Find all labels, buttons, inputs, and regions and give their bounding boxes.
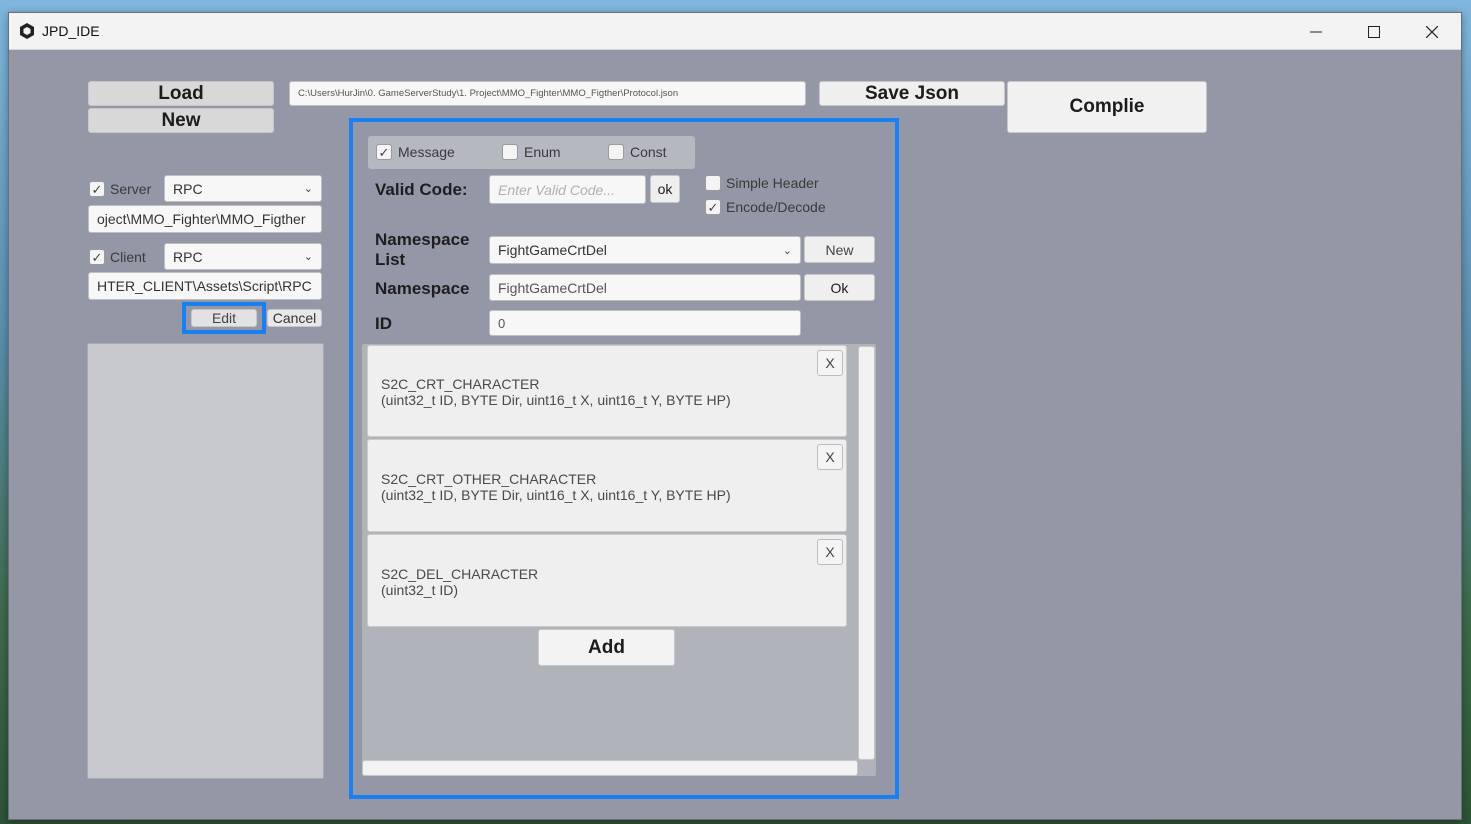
server-type-dropdown[interactable]: RPC ⌄ [164,175,322,202]
minimize-button[interactable] [1287,13,1345,50]
remove-message-button[interactable]: X [817,350,843,376]
vertical-scrollbar[interactable] [858,346,875,760]
server-checkbox[interactable]: ✓ [89,181,105,197]
message-name: S2C_CRT_OTHER_CHARACTER [381,471,597,487]
message-card[interactable]: S2C_CRT_CHARACTER (uint32_t ID, BYTE Dir… [367,345,847,437]
maximize-button[interactable] [1345,13,1403,50]
close-icon [1426,25,1438,38]
client-path-input[interactable]: HTER_CLIENT\Assets\Script\RPC [88,272,322,300]
cancel-button[interactable]: Cancel [267,309,322,327]
minimize-icon [1310,31,1322,32]
namespace-list-label: Namespace List [375,230,470,269]
remove-message-button[interactable]: X [817,539,843,565]
load-button[interactable]: Load [88,81,274,106]
message-params: (uint32_t ID, BYTE Dir, uint16_t X, uint… [381,392,731,408]
namespace-new-button[interactable]: New [804,236,875,263]
chevron-down-icon: ⌄ [303,251,313,263]
client-type-value: RPC [173,248,203,265]
message-name: S2C_DEL_CHARACTER [381,566,539,582]
simple-header-label: Simple Header [726,175,819,191]
compile-button[interactable]: Complie [1007,81,1207,133]
client-type-dropdown[interactable]: RPC ⌄ [164,243,322,270]
message-params: (uint32_t ID) [381,582,459,598]
add-message-button[interactable]: Add [538,629,675,666]
encode-decode-label: Encode/Decode [726,199,826,215]
json-path-input[interactable]: C:\Users\HurJin\0. GameServerStudy\1. Pr… [289,81,806,106]
namespace-input[interactable]: FightGameCrtDel [489,274,801,301]
client-checkbox[interactable]: ✓ [89,249,105,265]
id-input[interactable]: 0 [489,310,801,336]
valid-code-ok-button[interactable]: ok [650,175,680,203]
message-card[interactable]: S2C_DEL_CHARACTER (uint32_t ID) X [367,534,847,627]
protocol-list-panel[interactable] [87,343,324,779]
valid-code-label: Valid Code: [375,180,468,199]
valid-code-input[interactable]: Enter Valid Code... [489,175,646,204]
edit-button[interactable]: Edit [191,309,257,327]
message-label: Message [398,144,455,160]
horizontal-scrollbar[interactable] [362,760,858,776]
window-title: JPD_IDE [42,23,100,39]
id-label: ID [375,314,392,333]
message-checkbox[interactable]: ✓ [376,144,392,160]
namespace-label: Namespace [375,279,470,298]
message-name: S2C_CRT_CHARACTER [381,376,540,392]
maximize-icon [1368,25,1380,38]
server-path-input[interactable]: oject\MMO_Fighter\MMO_Figther [88,205,322,233]
namespace-ok-button[interactable]: Ok [804,274,875,301]
client-label: Client [110,249,146,265]
const-label: Const [630,144,667,160]
app-window: JPD_IDE Load New ✓ Server RPC ⌄ oject\MM… [8,12,1462,820]
server-type-value: RPC [173,180,203,197]
new-button[interactable]: New [88,108,274,133]
chevron-down-icon: ⌄ [782,244,792,257]
close-button[interactable] [1403,13,1461,50]
enum-label: Enum [524,144,561,160]
remove-message-button[interactable]: X [817,444,843,470]
encode-decode-checkbox[interactable]: ✓ [705,199,721,215]
server-label: Server [110,181,152,197]
save-json-button[interactable]: Save Json [819,81,1005,106]
namespace-list-dropdown[interactable]: FightGameCrtDel ⌄ [489,236,801,264]
simple-header-checkbox[interactable] [705,175,721,191]
title-bar: JPD_IDE [9,13,1461,50]
chevron-down-icon: ⌄ [303,183,313,195]
message-params: (uint32_t ID, BYTE Dir, uint16_t X, uint… [381,487,731,503]
message-card[interactable]: S2C_CRT_OTHER_CHARACTER (uint32_t ID, BY… [367,439,847,532]
app-logo-icon [20,23,34,39]
enum-checkbox[interactable] [502,144,518,160]
namespace-list-value: FightGameCrtDel [498,242,607,258]
const-checkbox[interactable] [608,144,624,160]
